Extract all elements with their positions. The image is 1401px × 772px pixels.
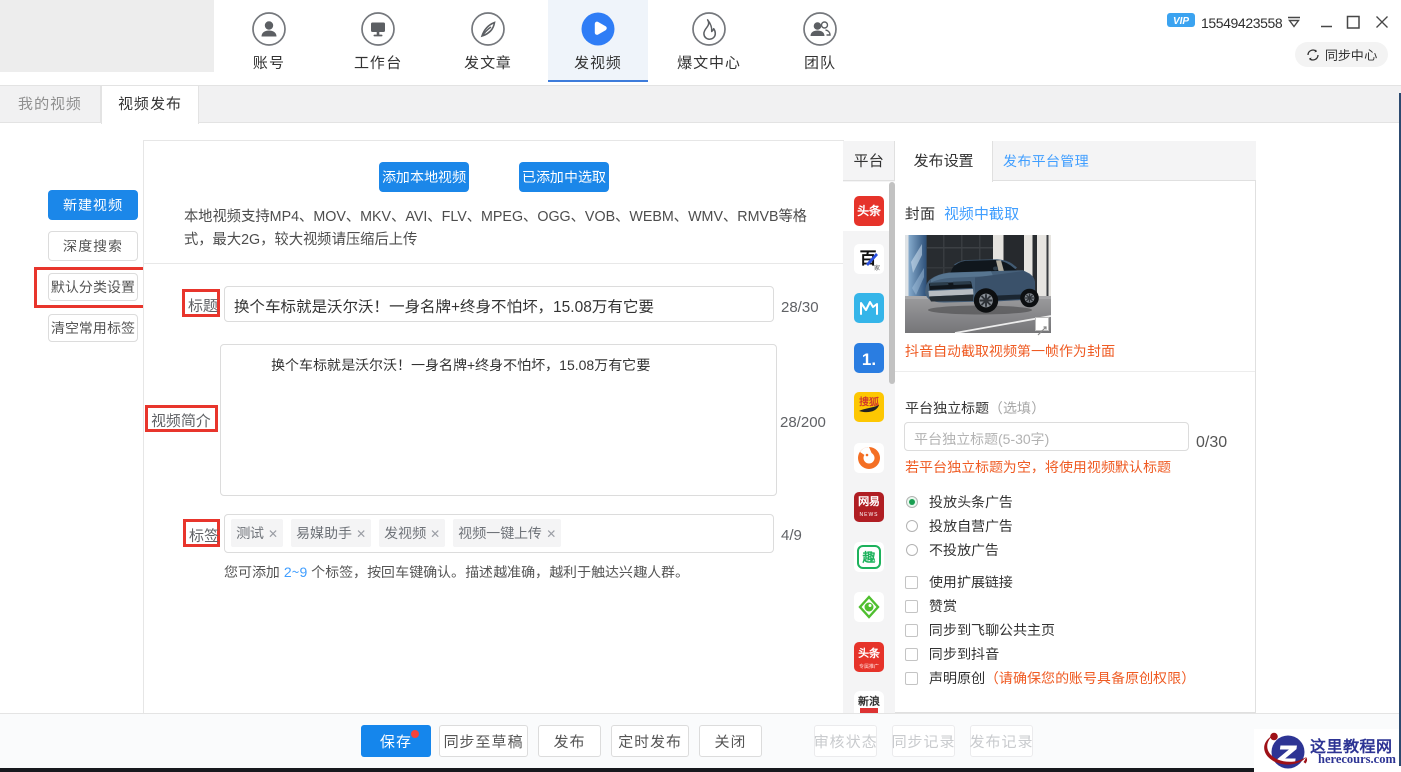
svg-text:新浪: 新浪 [858,693,880,709]
svg-text:趣: 趣 [861,547,876,566]
svg-text:搜狐: 搜狐 [859,393,880,408]
svg-text:家: 家 [874,263,880,272]
